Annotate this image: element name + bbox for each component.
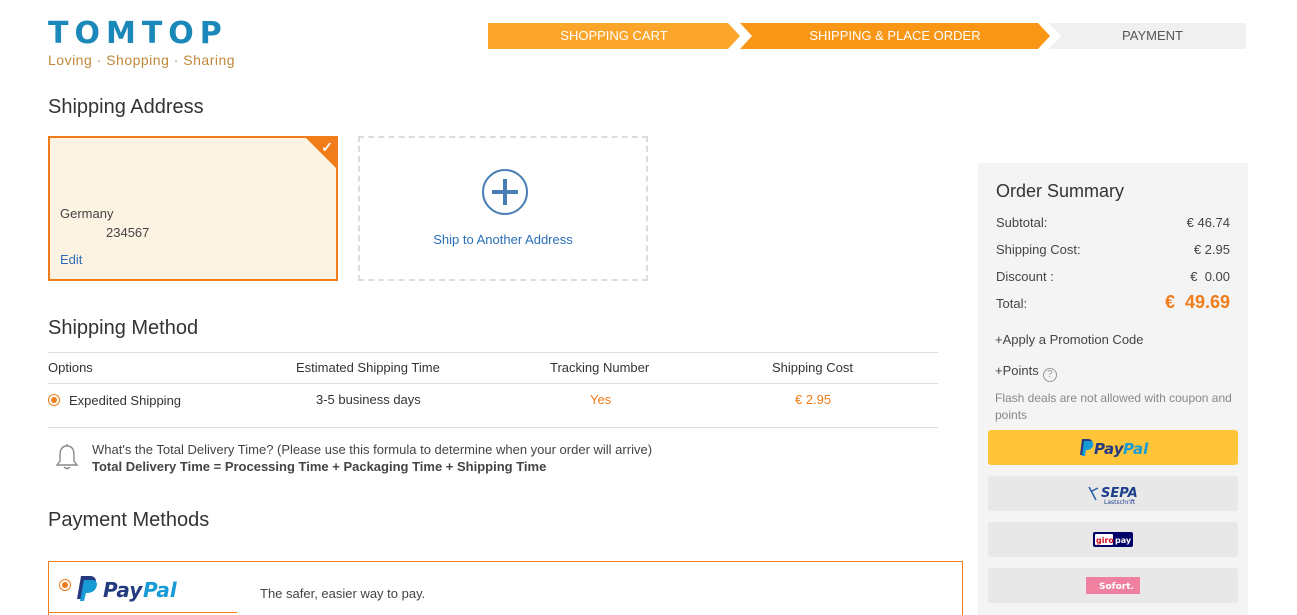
shipping-address-title: Shipping Address — [48, 96, 204, 118]
step-shipping-place-order: SHIPPING & PLACE ORDER — [740, 23, 1050, 49]
address-phone: 234567 — [106, 225, 150, 240]
discount-label: Discount : — [996, 269, 1054, 284]
tracking-value: Yes — [590, 392, 612, 407]
sepa-checkout-button[interactable]: SEPA Lastschrift — [988, 476, 1238, 511]
address-country: Germany — [60, 206, 114, 221]
delivery-time-formula: Total Delivery Time = Processing Time + … — [92, 459, 547, 474]
checkout-steps: SHOPPING CART SHIPPING & PLACE ORDER PAY… — [488, 23, 1246, 49]
total-value: € 49.69 — [1164, 292, 1230, 312]
table-bottom-border — [48, 427, 938, 428]
paypal-button-logo-icon: Pay Pal — [1080, 439, 1149, 458]
table-top-border — [48, 352, 938, 353]
shipping-cost-value: € 2.95 — [795, 392, 832, 407]
paypal-tagline: The safer, easier way to pay. — [260, 586, 426, 601]
apply-promotion-code-link[interactable]: +Apply a Promotion Code — [995, 332, 1144, 347]
discount-value: € 0.00 — [1190, 269, 1230, 284]
giropay-label-b: pay — [1115, 536, 1132, 545]
shipping-cost-label: Shipping Cost: — [996, 242, 1081, 257]
check-icon: ✓ — [321, 139, 333, 155]
ship-to-another-address-label: Ship to Another Address — [433, 232, 573, 247]
sepa-logo-icon: SEPA Lastschrift — [1088, 486, 1138, 506]
subtotal-value: € 46.74 — [1186, 215, 1230, 230]
selected-address-card[interactable]: ✓ Germany 234567 Edit — [48, 136, 338, 281]
svg-text:Pal: Pal — [1123, 440, 1149, 458]
paypal-logo-icon: Pay Pal — [77, 576, 178, 602]
order-summary-panel: Order Summary Subtotal: € 46.74 Shipping… — [978, 163, 1248, 615]
plus-icon — [482, 169, 528, 215]
paypal-selected-underline — [49, 612, 237, 613]
col-estimated-time: Estimated Shipping Time — [296, 360, 440, 375]
flash-deal-note: Flash deals are not allowed with coupon … — [995, 391, 1232, 422]
paypal-wordmark-pal: Pal — [143, 578, 178, 602]
order-summary-title: Order Summary — [996, 181, 1125, 201]
giropay-logo-icon: giro pay — [1093, 532, 1133, 547]
payment-methods-title: Payment Methods — [48, 509, 210, 531]
shipping-cost-row: Shipping Cost: € 2.95 — [996, 242, 1230, 257]
sofort-checkout-button[interactable]: Sofort. — [988, 568, 1238, 603]
giropay-checkout-button[interactable]: giro pay — [988, 522, 1238, 557]
shipping-method-title: Shipping Method — [48, 317, 199, 339]
paypal-checkout-button[interactable]: Pay Pal — [988, 430, 1238, 465]
col-shipping-cost: Shipping Cost — [772, 360, 853, 375]
giropay-label-a: giro — [1096, 536, 1114, 545]
step-payment: PAYMENT — [1049, 23, 1246, 49]
col-options: Options — [48, 360, 93, 375]
paypal-wordmark-pay: Pay — [103, 578, 143, 602]
delivery-time-question: What's the Total Delivery Time? (Please … — [92, 442, 653, 457]
points-label: +Points — [995, 363, 1039, 378]
option-name: Expedited Shipping — [69, 393, 182, 408]
help-icon[interactable]: ? — [1042, 368, 1057, 382]
add-address-card[interactable]: Ship to Another Address — [358, 136, 648, 281]
col-tracking-number: Tracking Number — [550, 360, 650, 375]
edit-address-link[interactable]: Edit — [60, 252, 82, 267]
points-link[interactable]: +Points? — [995, 363, 1057, 382]
logo-wordmark: TOMTOP — [48, 16, 228, 51]
discount-row: Discount : € 0.00 — [996, 269, 1230, 284]
sofort-logo-icon: Sofort. — [1086, 577, 1140, 594]
shipping-time: 3-5 business days — [316, 392, 421, 407]
payment-option-paypal[interactable]: Pay Pal The safer, easier way to pay. — [48, 561, 963, 615]
svg-text:Pay: Pay — [1094, 440, 1125, 458]
total-label: Total: — [996, 296, 1028, 311]
sepa-sub-label: Lastschrift — [1104, 499, 1136, 506]
shipping-cost-summary-value: € 2.95 — [1193, 242, 1230, 257]
step-shopping-cart[interactable]: SHOPPING CART — [488, 23, 740, 49]
subtotal-row: Subtotal: € 46.74 — [996, 215, 1230, 230]
logo-tagline: Loving · Shopping · Sharing — [48, 52, 236, 68]
table-header-border — [48, 383, 938, 384]
expedited-shipping-radio[interactable] — [48, 394, 60, 406]
sofort-label: Sofort. — [1099, 582, 1134, 592]
bell-icon — [55, 444, 79, 470]
paypal-radio[interactable] — [59, 579, 71, 591]
site-logo[interactable]: TOMTOP Loving · Shopping · Sharing — [48, 16, 236, 69]
subtotal-label: Subtotal: — [996, 215, 1048, 230]
